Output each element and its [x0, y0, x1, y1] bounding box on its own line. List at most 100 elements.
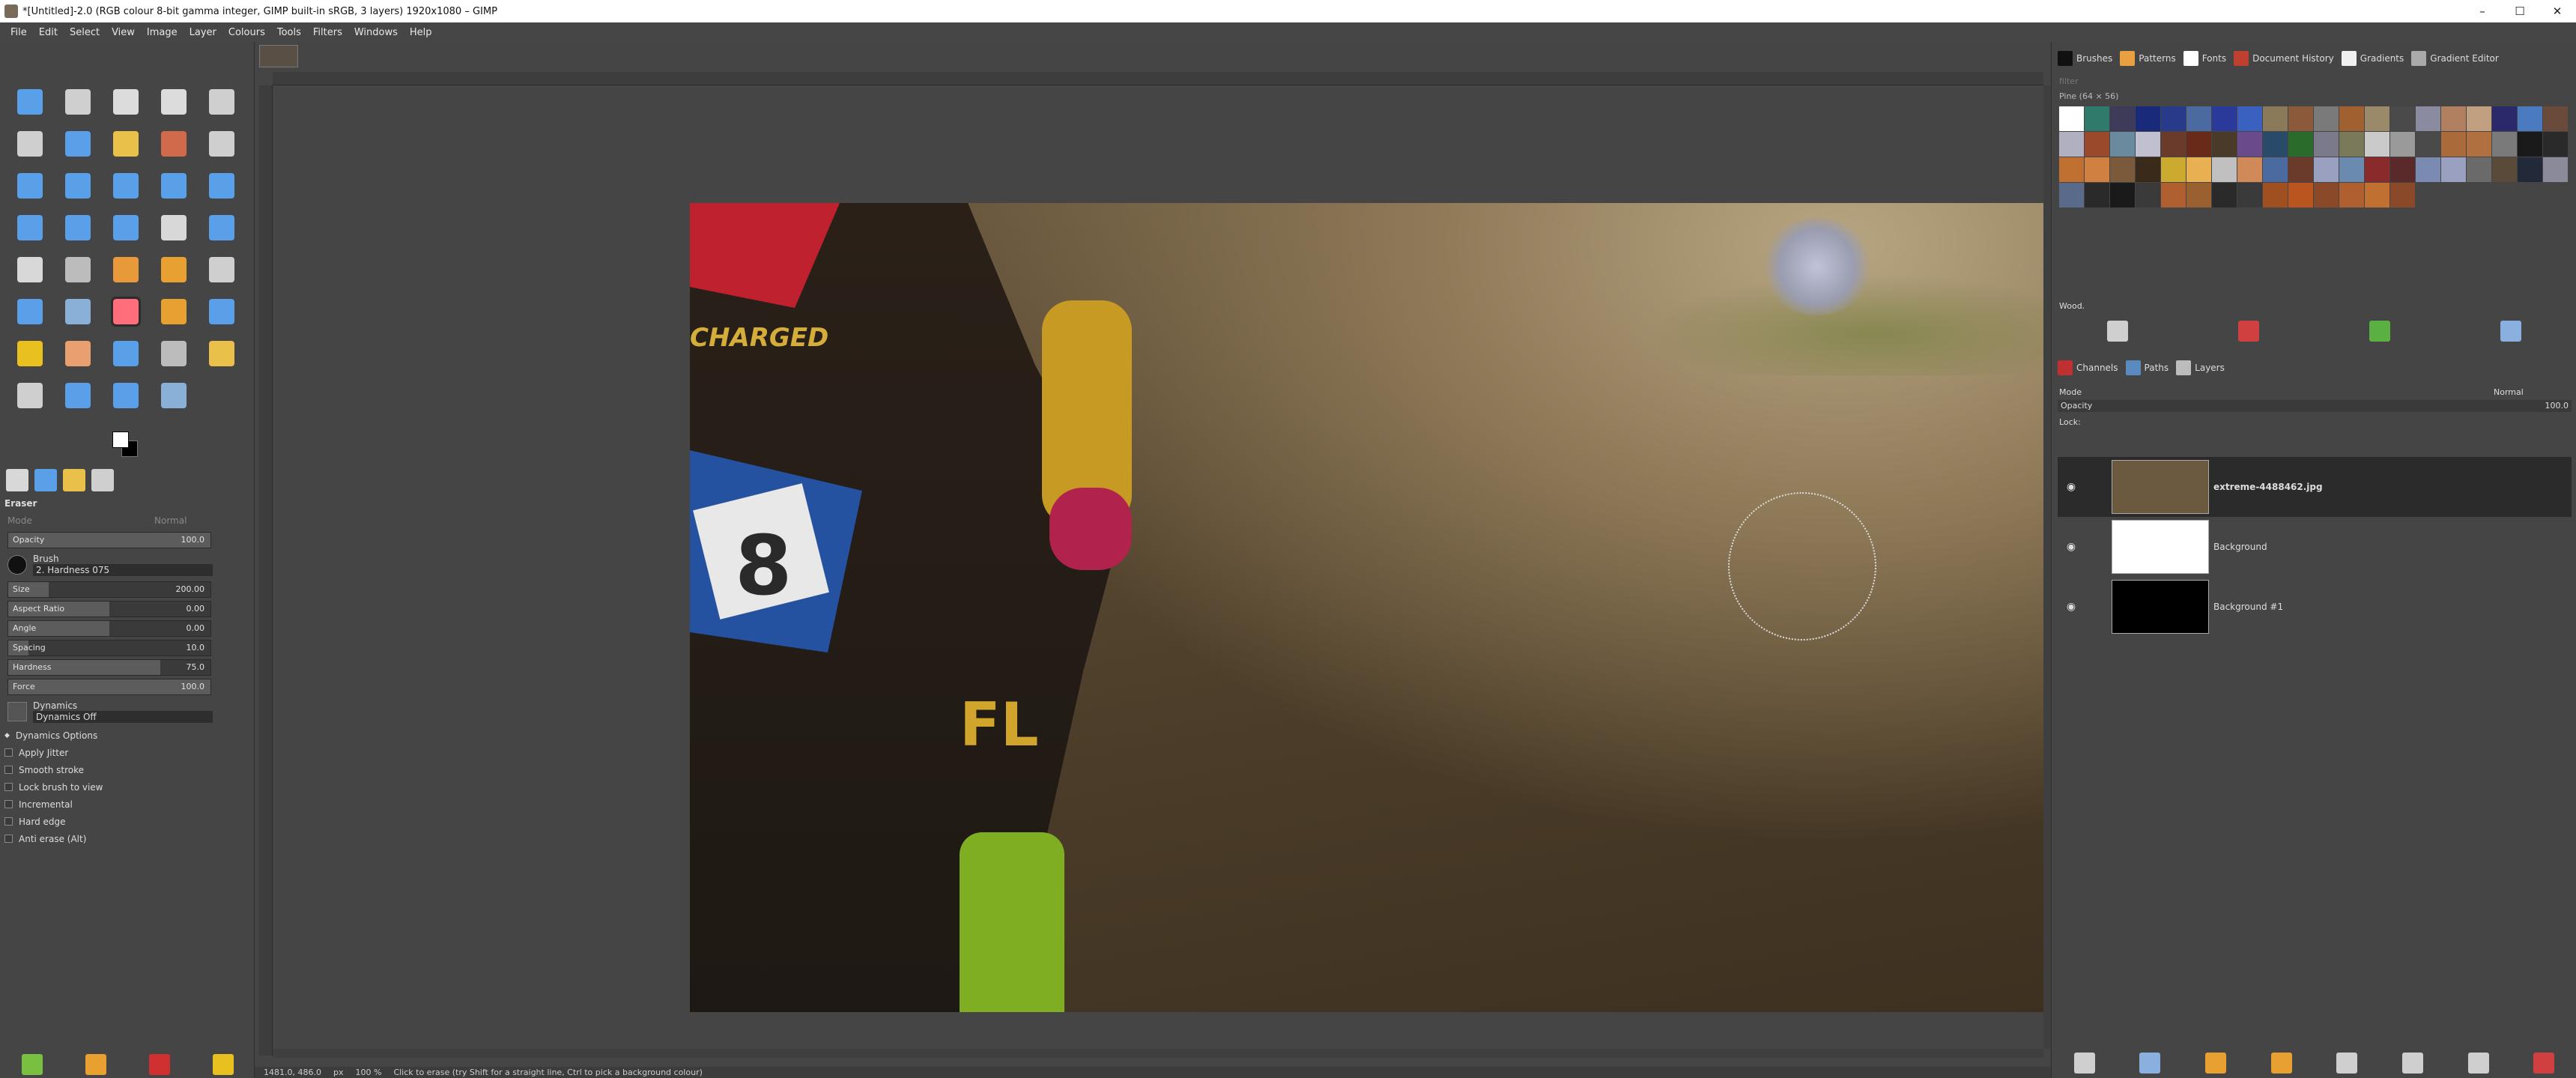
images-tab-icon[interactable] [91, 469, 114, 491]
image-canvas[interactable]: CHARGED 8 FL [690, 203, 2128, 1012]
fg-bg-colors[interactable] [112, 431, 139, 458]
anchor-layer-icon[interactable] [2401, 1053, 2423, 1074]
merge-down-icon[interactable] [2467, 1053, 2489, 1074]
pattern-swatch[interactable] [2085, 157, 2109, 182]
pattern-swatch[interactable] [2441, 157, 2466, 182]
pattern-swatch[interactable] [2339, 183, 2364, 208]
pattern-swatch[interactable] [2085, 183, 2109, 208]
channels-tab[interactable]: Channels [2058, 360, 2118, 375]
option-checkbox[interactable]: Smooth stroke [4, 761, 250, 778]
pattern-swatch[interactable] [2059, 183, 2084, 208]
pencil-tool-button[interactable] [150, 249, 198, 291]
pattern-swatch[interactable] [2085, 106, 2109, 131]
force-slider[interactable]: Force 100.0 [7, 679, 211, 695]
minimize-button[interactable]: – [2464, 0, 2501, 22]
bucket-fill-tool-button[interactable] [6, 249, 54, 291]
ink-tool-button[interactable] [198, 249, 246, 291]
ellipse-select-tool-button[interactable] [150, 81, 198, 123]
pattern-swatch[interactable] [2314, 132, 2339, 157]
menu-tools[interactable]: Tools [271, 27, 307, 38]
pattern-swatch[interactable] [2237, 106, 2262, 131]
pattern-swatch[interactable] [2543, 132, 2568, 157]
pattern-swatch[interactable] [2339, 132, 2364, 157]
menu-windows[interactable]: Windows [348, 27, 404, 38]
pattern-swatch[interactable] [2365, 132, 2389, 157]
pattern-swatch[interactable] [2390, 106, 2415, 131]
pattern-swatch[interactable] [2110, 157, 2135, 182]
tool-options-tab-icon[interactable] [6, 469, 28, 491]
pattern-swatch[interactable] [2314, 183, 2339, 208]
smudge-tool-button[interactable] [198, 291, 246, 333]
image-tab-thumbnail[interactable] [259, 45, 298, 67]
layer-mode-select[interactable]: Normal [2494, 387, 2524, 397]
scissors-tool-button[interactable] [6, 123, 54, 165]
brushes-tab[interactable]: Brushes [2058, 51, 2112, 66]
pattern-swatch[interactable] [2339, 106, 2364, 131]
hardness-slider[interactable]: Hardness 75.0 [7, 659, 211, 676]
pattern-swatch[interactable] [2161, 183, 2186, 208]
raise-layer-icon[interactable] [2205, 1053, 2227, 1074]
unified-transform-tool-button[interactable] [54, 165, 102, 207]
pattern-swatch[interactable] [2136, 183, 2160, 208]
text-tool-button[interactable] [6, 375, 54, 417]
color-select-tool-button[interactable] [150, 123, 198, 165]
color-picker-tool-button[interactable] [54, 375, 102, 417]
pattern-swatch[interactable] [2059, 157, 2084, 182]
pattern-swatch[interactable] [2186, 106, 2211, 131]
option-checkbox[interactable]: Apply Jitter [4, 744, 250, 761]
align-tool-button[interactable] [54, 81, 102, 123]
pattern-swatch[interactable] [2161, 132, 2186, 157]
pattern-swatch[interactable] [2288, 106, 2313, 131]
pattern-swatch[interactable] [2518, 157, 2542, 182]
pattern-swatch[interactable] [2492, 132, 2517, 157]
pattern-swatch[interactable] [2136, 132, 2160, 157]
pattern-swatch[interactable] [2390, 183, 2415, 208]
dynamics-icon[interactable] [7, 702, 27, 721]
pattern-swatch[interactable] [2263, 106, 2288, 131]
option-checkbox[interactable]: Lock brush to view [4, 778, 250, 796]
menu-help[interactable]: Help [404, 27, 438, 38]
foreground-color-swatch[interactable] [112, 431, 129, 448]
pattern-swatch[interactable] [2467, 157, 2491, 182]
close-button[interactable]: ✕ [2539, 0, 2576, 22]
pattern-swatch[interactable] [2339, 157, 2364, 182]
patterns-tab[interactable]: Patterns [2120, 51, 2176, 66]
clone-tool-button[interactable] [6, 291, 54, 333]
mode-select[interactable]: Normal [154, 515, 187, 526]
blur-tool-button[interactable] [102, 333, 150, 375]
paths-tab[interactable]: Paths [2125, 360, 2169, 375]
delete-layer-icon[interactable] [2533, 1053, 2555, 1074]
pattern-swatch[interactable] [2543, 157, 2568, 182]
pattern-swatch[interactable] [2059, 132, 2084, 157]
heal-tool-button[interactable] [54, 291, 102, 333]
perspective-tool-button[interactable] [6, 207, 54, 249]
pattern-swatch[interactable] [2212, 183, 2237, 208]
unit-select[interactable]: px [333, 1068, 344, 1077]
layer-row[interactable]: ◉ Background #1 [2058, 577, 2572, 637]
pattern-swatch[interactable] [2136, 106, 2160, 131]
reset-tool-options-icon[interactable] [212, 1054, 234, 1075]
pattern-swatch[interactable] [2059, 106, 2084, 131]
device-status-tab-icon[interactable] [34, 469, 57, 491]
pattern-swatch[interactable] [2467, 106, 2491, 131]
size-slider[interactable]: Size 200.00 [7, 581, 211, 598]
pattern-swatch[interactable] [2110, 106, 2135, 131]
mypaint-brush-tool-button[interactable] [54, 333, 102, 375]
menu-view[interactable]: View [106, 27, 141, 38]
gradient-editor-tab[interactable]: Gradient Editor [2411, 51, 2499, 66]
pattern-swatch[interactable] [2263, 157, 2288, 182]
free-select-tool-button[interactable] [198, 81, 246, 123]
pattern-swatch[interactable] [2416, 106, 2440, 131]
rect-select-tool-button[interactable] [102, 81, 150, 123]
perspective-clone-tool-button[interactable] [6, 333, 54, 375]
zoom-select[interactable]: 100 % [355, 1068, 381, 1077]
duplicate-pattern-icon[interactable] [2106, 321, 2128, 342]
pattern-swatch[interactable] [2288, 157, 2313, 182]
layers-tab[interactable]: Layers [2176, 360, 2225, 375]
pattern-swatch[interactable] [2288, 132, 2313, 157]
restore-tool-preset-icon[interactable] [85, 1054, 106, 1075]
menu-filters[interactable]: Filters [307, 27, 348, 38]
pattern-filter-input[interactable]: filter [2059, 76, 2079, 86]
pattern-swatch[interactable] [2186, 183, 2211, 208]
fonts-tab[interactable]: Fonts [2183, 51, 2226, 66]
